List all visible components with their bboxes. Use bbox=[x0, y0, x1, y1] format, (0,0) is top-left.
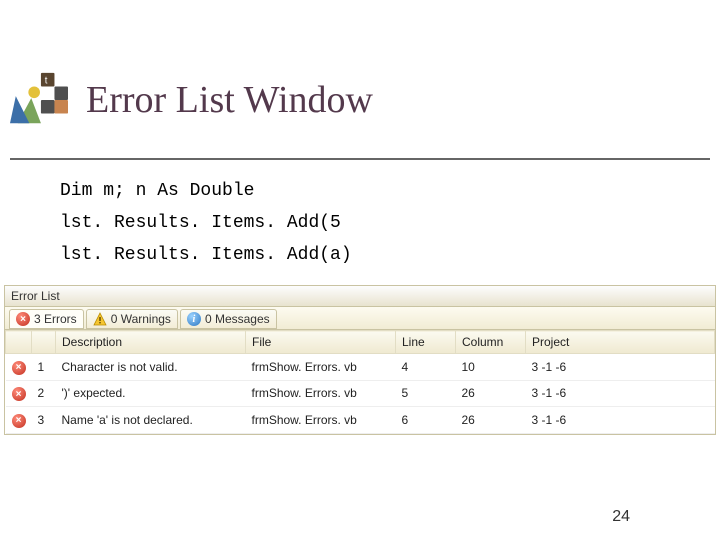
row-num: 3 bbox=[32, 407, 56, 434]
tab-messages-label: 0 Messages bbox=[205, 312, 270, 326]
tab-warnings-label: 0 Warnings bbox=[111, 312, 171, 326]
code-line: lst. Results. Items. Add(a) bbox=[60, 239, 352, 271]
row-col: 26 bbox=[456, 380, 526, 407]
error-list-panel: Error List × 3 Errors 0 Warnings i 0 Mes… bbox=[4, 285, 716, 435]
row-line: 5 bbox=[396, 380, 456, 407]
error-icon: × bbox=[12, 414, 26, 428]
row-proj: 3 -1 -6 bbox=[526, 380, 715, 407]
error-icon: × bbox=[12, 361, 26, 375]
row-desc: Character is not valid. bbox=[56, 354, 246, 381]
tab-errors-label: 3 Errors bbox=[34, 312, 77, 326]
title-divider bbox=[10, 158, 710, 160]
row-num: 1 bbox=[32, 354, 56, 381]
row-line: 4 bbox=[396, 354, 456, 381]
code-line: Dim m; n As Double bbox=[60, 175, 352, 207]
row-file: frmShow. Errors. vb bbox=[246, 380, 396, 407]
table-row[interactable]: × 1 Character is not valid. frmShow. Err… bbox=[6, 354, 715, 381]
col-description[interactable]: Description bbox=[56, 331, 246, 354]
col-line[interactable]: Line bbox=[396, 331, 456, 354]
col-file[interactable]: File bbox=[246, 331, 396, 354]
row-proj: 3 -1 -6 bbox=[526, 354, 715, 381]
slide-logo: t bbox=[10, 72, 68, 128]
tab-warnings[interactable]: 0 Warnings bbox=[86, 309, 178, 329]
row-file: frmShow. Errors. vb bbox=[246, 407, 396, 434]
tab-messages[interactable]: i 0 Messages bbox=[180, 309, 277, 329]
col-column[interactable]: Column bbox=[456, 331, 526, 354]
row-col: 26 bbox=[456, 407, 526, 434]
panel-title: Error List bbox=[4, 285, 716, 307]
slide-number: 24 bbox=[612, 508, 630, 526]
error-list-tabbar: × 3 Errors 0 Warnings i 0 Messages bbox=[4, 307, 716, 330]
table-row[interactable]: × 2 ')' expected. frmShow. Errors. vb 5 … bbox=[6, 380, 715, 407]
error-icon: × bbox=[12, 387, 26, 401]
info-icon: i bbox=[187, 312, 201, 326]
row-num: 2 bbox=[32, 380, 56, 407]
row-col: 10 bbox=[456, 354, 526, 381]
col-num[interactable] bbox=[32, 331, 56, 354]
row-proj: 3 -1 -6 bbox=[526, 407, 715, 434]
warning-icon bbox=[93, 312, 107, 326]
code-line: lst. Results. Items. Add(5 bbox=[60, 207, 352, 239]
row-desc: Name 'a' is not declared. bbox=[56, 407, 246, 434]
row-file: frmShow. Errors. vb bbox=[246, 354, 396, 381]
col-project[interactable]: Project bbox=[526, 331, 715, 354]
row-line: 6 bbox=[396, 407, 456, 434]
col-icon[interactable] bbox=[6, 331, 32, 354]
table-header-row: Description File Line Column Project bbox=[6, 331, 715, 354]
row-desc: ')' expected. bbox=[56, 380, 246, 407]
tab-errors[interactable]: × 3 Errors bbox=[9, 309, 84, 329]
svg-text:t: t bbox=[45, 76, 48, 87]
error-table: Description File Line Column Project × 1… bbox=[5, 330, 715, 434]
code-block: Dim m; n As Double lst. Results. Items. … bbox=[60, 175, 352, 271]
error-icon: × bbox=[16, 312, 30, 326]
page-title: Error List Window bbox=[86, 78, 373, 122]
table-row[interactable]: × 3 Name 'a' is not declared. frmShow. E… bbox=[6, 407, 715, 434]
